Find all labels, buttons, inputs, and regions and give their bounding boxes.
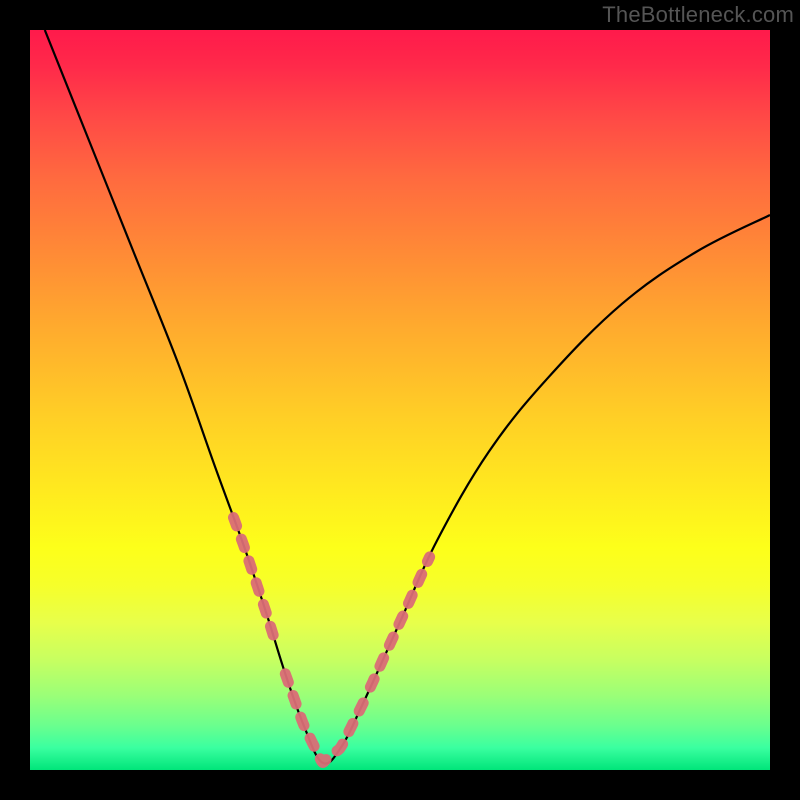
marker-segment-2 <box>370 557 429 687</box>
chart-frame: TheBottleneck.com <box>0 0 800 800</box>
marker-segment-1 <box>285 674 366 763</box>
plot-area <box>30 30 770 770</box>
marker-segments <box>234 518 430 763</box>
curve-layer <box>30 30 770 770</box>
watermark-text: TheBottleneck.com <box>602 2 794 28</box>
bottleneck-curve <box>45 30 770 764</box>
